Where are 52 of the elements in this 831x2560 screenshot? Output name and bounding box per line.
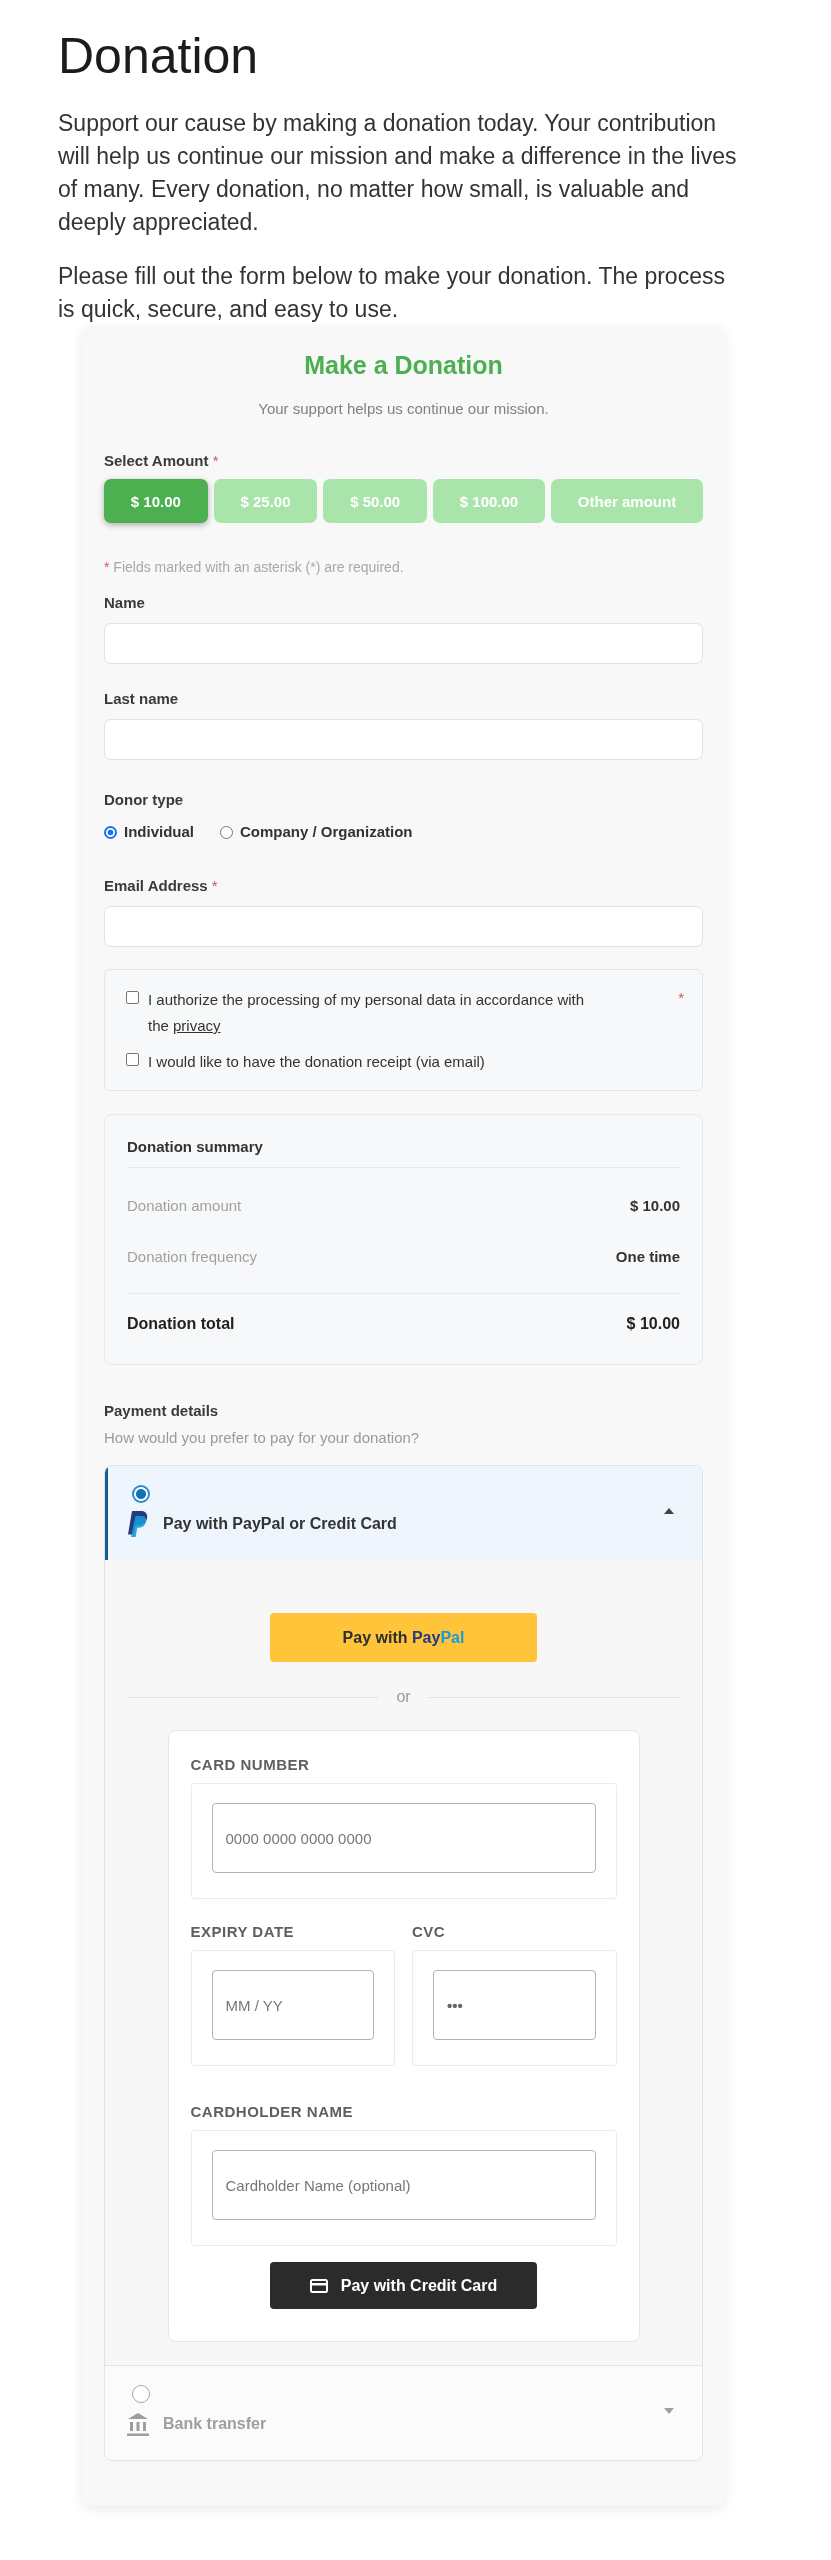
radio-label[interactable]: Company / Organization — [240, 821, 413, 843]
consent-text: I would like to have the donation receipt (via email) — [148, 1052, 485, 1072]
cardholder-name-field[interactable]: Cardholder Name (optional) — [211, 2150, 596, 2220]
last-name-field[interactable] — [104, 719, 703, 760]
consent-text: I authorize the processing of my personal data in accordance with the privacy — [148, 990, 586, 1036]
summary-label: Donation amount — [127, 1196, 242, 1216]
total-label: Donation total — [127, 1314, 235, 1334]
intro-paragraph: Please fill out the form below to make your donation. The process is quick, secure, and easy to use. — [58, 262, 726, 324]
total-value: $ 10.00 — [626, 1314, 680, 1334]
email-field[interactable] — [104, 906, 703, 947]
required-asterisk: * — [678, 988, 684, 1008]
expiry-date-field[interactable]: MM / YY — [211, 1970, 374, 2040]
section-subtitle: How would you prefer to pay for your donation? — [104, 1428, 421, 1448]
field-label: CARDHOLDER NAME — [190, 2102, 354, 2122]
credit-card-icon — [309, 2278, 328, 2293]
field-label: Donor type — [104, 790, 185, 810]
field-label: Select Amount * — [104, 451, 220, 471]
summary-title: Donation summary — [127, 1137, 680, 1168]
field-label: CARD NUMBER — [190, 1755, 311, 1775]
page-title: Donation — [58, 27, 260, 86]
form-subtitle: Your support helps us continue our mission. — [257, 399, 550, 419]
pay-card-button[interactable]: Pay with Credit Card — [270, 2262, 537, 2309]
summary-value: One time — [615, 1247, 680, 1267]
radio-button[interactable] — [104, 825, 117, 839]
field-label: EXPIRY DATE — [190, 1922, 296, 1942]
cvc-field[interactable]: ••• — [433, 1970, 596, 2040]
section-title: Payment details — [104, 1401, 220, 1421]
field-label: Last name — [104, 689, 180, 709]
radio-button[interactable] — [220, 825, 233, 839]
field-label: Email Address * — [104, 876, 219, 896]
logo-icon — [127, 1511, 149, 1537]
name-field[interactable] — [104, 623, 703, 664]
checkbox[interactable] — [126, 1053, 139, 1066]
form-title: Make a Donation — [303, 350, 504, 380]
intro-paragraph: Support our cause by making a donation today. Your contribution will help us continue our mission and make a difference in the lives of many. Every donation, no matter how small, is valuable and deeply appreciated. — [58, 109, 738, 237]
paypal-button[interactable]: Pay with PayPal — [270, 1613, 537, 1662]
accordion-header[interactable]: Pay with PayPal or Credit Card — [105, 1466, 702, 1560]
payment-method-label: Bank transfer — [163, 2414, 267, 2434]
card-number-field[interactable]: 0000 0000 0000 0000 — [211, 1803, 596, 1873]
radio-button[interactable] — [132, 2385, 150, 2403]
payment-method-label: Pay with PayPal or Credit Card — [163, 1514, 397, 1534]
required-note: * Fields marked with an asterisk (*) are required. — [104, 558, 405, 577]
checkbox[interactable] — [126, 991, 139, 1004]
field-label: CVC — [412, 1922, 447, 1942]
summary-value: $ 10.00 — [629, 1196, 680, 1216]
bank-icon — [127, 2411, 149, 2437]
divider-text: or — [395, 1687, 412, 1707]
summary-label: Donation frequency — [127, 1247, 258, 1267]
field-label: Name — [104, 593, 146, 613]
privacy-link[interactable]: privacy — [173, 1017, 221, 1034]
radio-button[interactable] — [132, 1485, 150, 1503]
radio-label[interactable]: Individual — [124, 821, 194, 843]
